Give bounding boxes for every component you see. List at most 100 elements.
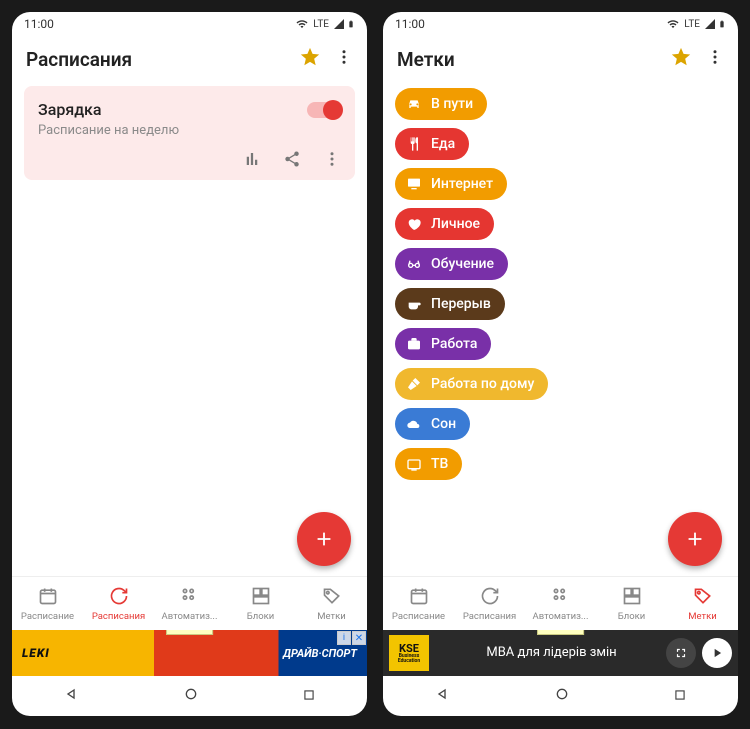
calendar-icon: [38, 586, 58, 609]
system-nav: [12, 676, 367, 716]
tags-list: В пути Еда Интернет Личное Обучение Перерыв Ра…: [395, 84, 726, 480]
sys-back-icon[interactable]: [64, 686, 80, 706]
car-icon: [405, 95, 423, 113]
grid-icon: [551, 586, 571, 609]
nav-label: Метки: [686, 611, 718, 622]
fab-add[interactable]: [668, 512, 722, 566]
tag-cloud[interactable]: Сон: [395, 408, 470, 440]
ad-test-label: Test Ad: [166, 630, 214, 635]
tag-glasses[interactable]: Обучение: [395, 248, 508, 280]
ad-close-icon[interactable]: ✕: [352, 631, 366, 645]
nav-reload[interactable]: Расписания: [454, 577, 525, 630]
tag-icon: [322, 586, 342, 609]
status-bar: 11:00 LTE: [12, 12, 367, 36]
status-right: LTE: [666, 17, 726, 31]
sys-recent-icon[interactable]: [302, 687, 316, 706]
phone-tags: 11:00 LTE Метки В пути Еда Интернет Личное О…: [383, 12, 738, 716]
toggle-switch[interactable]: [307, 102, 341, 118]
reload-icon: [109, 586, 129, 609]
header: Расписания: [12, 36, 367, 84]
nav-label: Расписания: [90, 611, 147, 622]
blocks-icon: [622, 586, 642, 609]
sys-recent-icon[interactable]: [673, 687, 687, 706]
phone-schedules: 11:00 LTE Расписания Зарядка Расписание …: [12, 12, 367, 716]
status-right: LTE: [295, 17, 355, 31]
cloud-icon: [405, 415, 423, 433]
tag-label: Сон: [431, 416, 456, 432]
nav-label: Блоки: [616, 611, 648, 622]
nav-tag[interactable]: Метки: [667, 577, 738, 630]
sys-back-icon[interactable]: [435, 686, 451, 706]
bottom-nav: Расписание Расписания Автоматиз... Блоки Мет…: [12, 576, 367, 630]
more-icon[interactable]: [335, 48, 353, 70]
monitor-icon: [405, 175, 423, 193]
tag-tv[interactable]: ТВ: [395, 448, 462, 480]
sys-home-icon[interactable]: [554, 686, 570, 706]
calendar-icon: [409, 586, 429, 609]
tag-monitor[interactable]: Интернет: [395, 168, 507, 200]
food-icon: [405, 135, 423, 153]
ad-right-text: ДРАЙВ·СПОРТ: [283, 647, 357, 660]
nav-tag[interactable]: Метки: [296, 577, 367, 630]
battery-icon: [347, 17, 355, 31]
nav-label: Блоки: [245, 611, 277, 622]
nav-label: Метки: [315, 611, 347, 622]
schedule-card[interactable]: Зарядка Расписание на неделю: [24, 86, 355, 180]
tv-icon: [405, 455, 423, 473]
tag-broom[interactable]: Работа по дому: [395, 368, 548, 400]
bottom-nav: Расписание Расписания Автоматиз... Блоки Мет…: [383, 576, 738, 630]
ad-info-icon[interactable]: i: [337, 631, 351, 645]
tag-label: Работа: [431, 336, 477, 352]
status-time: 11:00: [24, 17, 54, 31]
nav-grid[interactable]: Автоматиз...: [525, 577, 596, 630]
ad-kse-badge: KSE Business Education: [389, 635, 429, 671]
tag-label: В пути: [431, 96, 473, 112]
page-title: Расписания: [26, 48, 299, 71]
nav-reload[interactable]: Расписания: [83, 577, 154, 630]
nav-blocks[interactable]: Блоки: [225, 577, 296, 630]
heart-icon: [405, 215, 423, 233]
tag-coffee[interactable]: Перерыв: [395, 288, 505, 320]
battery-icon: [718, 17, 726, 31]
status-bar: 11:00 LTE: [383, 12, 738, 36]
favorite-icon[interactable]: [670, 46, 692, 72]
status-net: LTE: [684, 19, 700, 30]
more-icon[interactable]: [706, 48, 724, 70]
card-subtitle: Расписание на неделю: [38, 123, 341, 138]
ad-expand-icon[interactable]: [666, 638, 696, 668]
tag-icon: [693, 586, 713, 609]
grid-icon: [180, 586, 200, 609]
nav-label: Автоматиз...: [160, 611, 220, 622]
broom-icon: [405, 375, 423, 393]
system-nav: [383, 676, 738, 716]
nav-label: Расписание: [390, 611, 447, 622]
signal-icon: [704, 18, 716, 30]
tag-heart[interactable]: Личное: [395, 208, 494, 240]
signal-icon: [333, 18, 345, 30]
share-icon[interactable]: [283, 150, 301, 172]
tag-car[interactable]: В пути: [395, 88, 487, 120]
status-net: LTE: [313, 19, 329, 30]
tag-food[interactable]: Еда: [395, 128, 469, 160]
ad-banner[interactable]: Test Ad i ✕ LEKI ДРАЙВ·СПОРТ: [12, 630, 367, 676]
nav-label: Автоматиз...: [531, 611, 591, 622]
nav-calendar[interactable]: Расписание: [12, 577, 83, 630]
reload-icon: [480, 586, 500, 609]
tag-label: ТВ: [431, 456, 448, 472]
sys-home-icon[interactable]: [183, 686, 199, 706]
favorite-icon[interactable]: [299, 46, 321, 72]
page-title: Метки: [397, 48, 670, 71]
stats-icon[interactable]: [243, 150, 261, 172]
nav-blocks[interactable]: Блоки: [596, 577, 667, 630]
nav-grid[interactable]: Автоматиз...: [154, 577, 225, 630]
wifi-icon: [295, 18, 309, 30]
tag-label: Работа по дому: [431, 376, 534, 392]
card-more-icon[interactable]: [323, 150, 341, 172]
fab-add[interactable]: [297, 512, 351, 566]
tag-label: Интернет: [431, 176, 493, 192]
nav-label: Расписание: [19, 611, 76, 622]
ad-play-icon[interactable]: [702, 638, 732, 668]
tag-briefcase[interactable]: Работа: [395, 328, 491, 360]
nav-calendar[interactable]: Расписание: [383, 577, 454, 630]
ad-banner[interactable]: Test Ad KSE Business Education MBA для л…: [383, 630, 738, 676]
